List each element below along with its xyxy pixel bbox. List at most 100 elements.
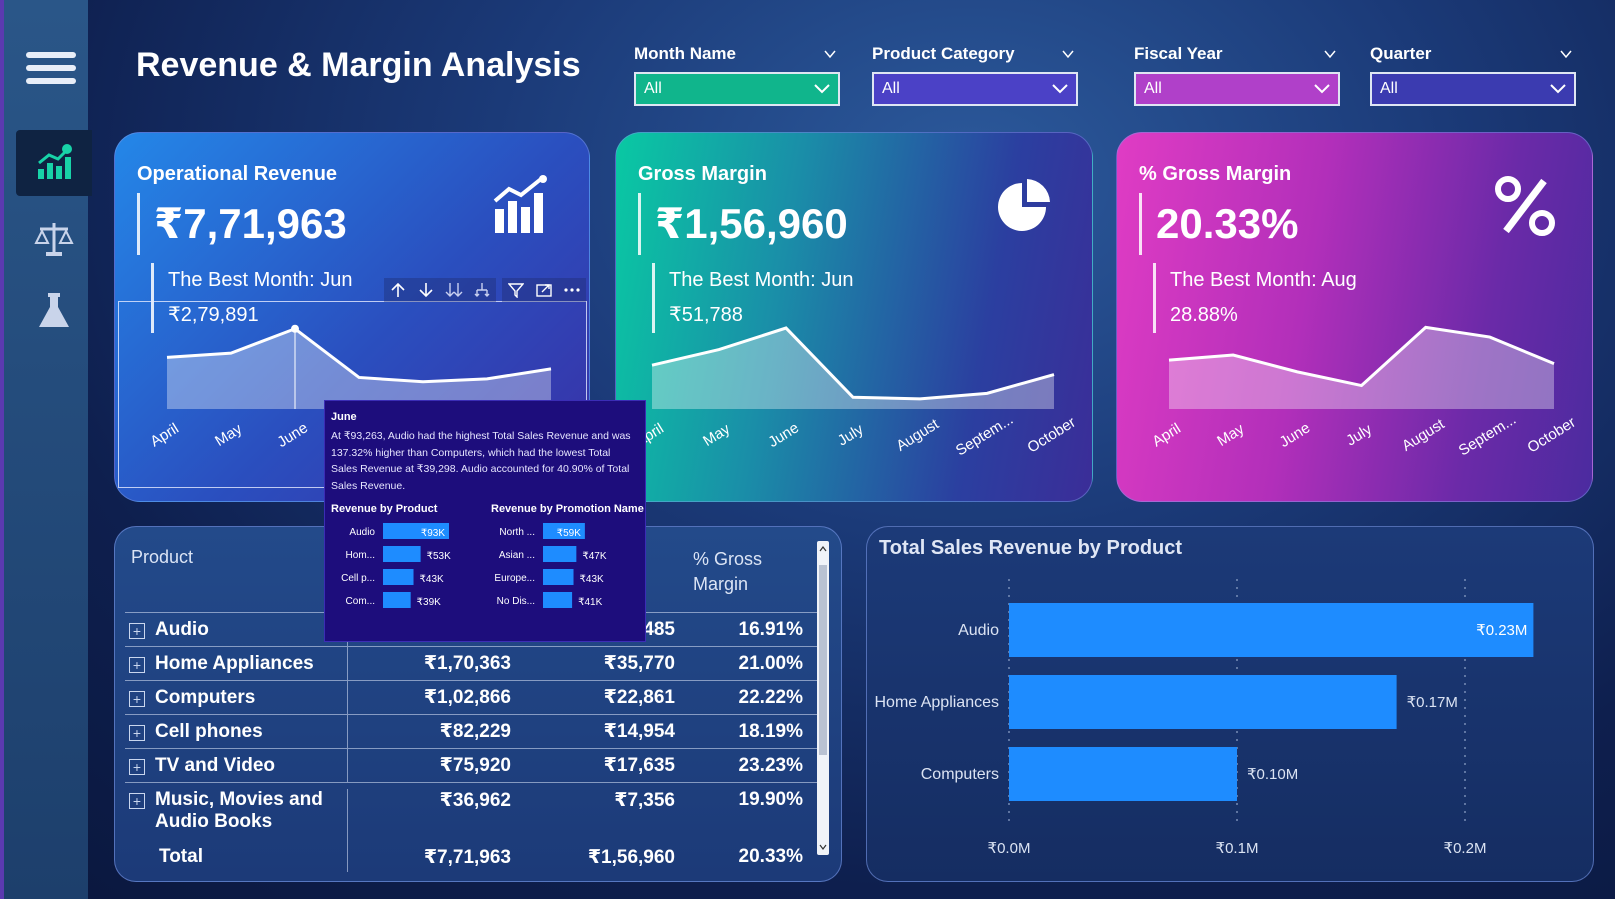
- slicer-label: Product Category: [872, 44, 1015, 63]
- sparkline-margin[interactable]: April May June July August Septem... October: [616, 313, 1093, 502]
- data-label: ₹0.10M: [1247, 766, 1298, 783]
- kpi-title: Gross Margin: [638, 163, 767, 185]
- chevron-down-icon[interactable]: [819, 843, 827, 851]
- slicer-value: All: [1144, 80, 1162, 97]
- table-body: + Audio ,485 16.91% + Home Appliances ₹1,70,36…: [125, 612, 819, 872]
- table-row[interactable]: + Music, Movies and Audio Books ₹36,962 ₹7,…: [125, 782, 819, 842]
- table-row[interactable]: + Home Appliances ₹1,70,363 ₹35,770 21.00%: [125, 646, 819, 680]
- tooltip-bar-label: Cell p...: [341, 573, 375, 584]
- product-name: Cell phones: [155, 720, 263, 742]
- scrollbar-thumb[interactable]: [819, 565, 827, 755]
- expand-icon[interactable]: +: [129, 724, 145, 741]
- margin-cell: ₹35,770: [603, 653, 675, 674]
- tooltip-bar-value: ₹43K: [420, 574, 444, 585]
- menu-icon[interactable]: [26, 52, 76, 88]
- kpi-card-gross-margin-pct[interactable]: % Gross Margin 20.33% The Best Month: Au…: [1116, 132, 1593, 502]
- tooltip-bar-label: Europe...: [494, 573, 535, 584]
- slicer-dropdown[interactable]: All: [1134, 72, 1340, 106]
- page-title: Revenue & Margin Analysis: [136, 46, 581, 84]
- table-row[interactable]: + Computers ₹1,02,866 ₹22,861 22.22%: [125, 680, 819, 714]
- chevron-down-icon[interactable]: [1062, 48, 1074, 60]
- slicer-month-name[interactable]: Month Name All: [634, 44, 840, 106]
- x-tick-label: ₹0.1M: [1216, 840, 1259, 857]
- drill-up-button[interactable]: [384, 278, 412, 302]
- x-tick-label: Septem...: [953, 411, 1016, 459]
- slicer-value: All: [882, 80, 900, 97]
- slicer-dropdown[interactable]: All: [634, 72, 840, 106]
- column-header-gm-pct[interactable]: % Gross Margin: [693, 547, 762, 597]
- product-name: Computers: [155, 686, 256, 708]
- tooltip-bar: [543, 592, 573, 608]
- slicer-fiscal-year[interactable]: Fiscal Year All: [1134, 44, 1340, 106]
- kpi-card-gross-margin[interactable]: Gross Margin ₹1,56,960 The Best Month: J…: [615, 132, 1093, 502]
- tooltip-bar-value: ₹93K: [421, 528, 445, 539]
- chevron-down-icon[interactable]: [1324, 48, 1336, 60]
- x-tick-label: October: [1024, 414, 1078, 457]
- chart-growth-icon: [38, 144, 72, 179]
- expand-icon[interactable]: +: [129, 656, 145, 673]
- next-level-button[interactable]: [440, 278, 468, 302]
- bar[interactable]: [1009, 675, 1397, 729]
- y-category-label: Home Appliances: [874, 694, 999, 711]
- scale-icon: [34, 223, 74, 256]
- gm-pct-cell: 19.90%: [738, 789, 803, 810]
- chevron-down-icon: [1550, 84, 1566, 94]
- expand-icon[interactable]: +: [129, 622, 145, 639]
- drill-down-button[interactable]: [412, 278, 440, 302]
- slicer-label: Quarter: [1370, 44, 1432, 63]
- arrow-up-icon: [391, 282, 405, 297]
- bar-chart-growth-icon: [493, 175, 547, 233]
- column-header-product[interactable]: Product: [131, 547, 193, 568]
- x-tick-label: May: [700, 420, 733, 450]
- slicer-product-category[interactable]: Product Category All: [872, 44, 1078, 106]
- filter-button[interactable]: [502, 278, 530, 302]
- gm-pct-cell: 23.23%: [738, 754, 803, 776]
- more-options-button[interactable]: [558, 278, 586, 302]
- double-arrow-down-icon: [445, 283, 463, 297]
- expand-hierarchy-button[interactable]: [468, 278, 496, 302]
- y-category-label: Computers: [921, 766, 999, 783]
- bar[interactable]: [1009, 603, 1534, 657]
- kpi-value: ₹7,71,963: [137, 193, 347, 255]
- expand-icon[interactable]: +: [129, 690, 145, 707]
- kpi-best-label: The Best Month: Jun: [168, 269, 353, 291]
- slicer-quarter[interactable]: Quarter All: [1370, 44, 1576, 106]
- margin-cell: ₹14,954: [603, 721, 675, 742]
- gm-pct-cell: 22.22%: [738, 686, 803, 708]
- sparkline-margin-pct[interactable]: April May June July August Septem... October: [1117, 313, 1593, 502]
- tooltip-bar: [383, 546, 421, 562]
- tooltip: June At ₹93,263, Audio had the highest T…: [324, 400, 646, 642]
- x-tick-label: June: [765, 419, 802, 451]
- x-tick-label: ₹0.2M: [1444, 840, 1487, 857]
- table-row[interactable]: + TV and Video ₹75,920 ₹17,635 23.23%: [125, 748, 819, 782]
- revenue-cell: ₹1,02,866: [347, 681, 519, 714]
- tooltip-text: At ₹93,263, Audio had the highest Total …: [331, 430, 631, 492]
- tooltip-bar-charts: Audio ₹93K Hom... ₹53K Cell p... ₹43K Com... ₹3…: [341, 523, 607, 608]
- tooltip-bar-label: Hom...: [346, 550, 375, 561]
- slicer-dropdown[interactable]: All: [1370, 72, 1576, 106]
- expand-icon[interactable]: +: [129, 758, 145, 775]
- x-tick-label: July: [1343, 421, 1375, 450]
- bar[interactable]: [1009, 747, 1237, 801]
- revenue-cell: ₹75,920: [347, 749, 519, 782]
- chevron-down-icon[interactable]: [1560, 48, 1572, 60]
- tooltip-bar: [383, 592, 411, 608]
- chevron-up-icon[interactable]: [819, 545, 827, 553]
- x-tick-label: July: [835, 421, 867, 450]
- table-row[interactable]: + Cell phones ₹82,229 ₹14,954 18.19%: [125, 714, 819, 748]
- revenue-cell: ₹1,70,363: [347, 647, 519, 680]
- nav-comparison[interactable]: [16, 206, 92, 272]
- gm-pct-cell: 18.19%: [738, 720, 803, 742]
- nav-analysis[interactable]: [16, 278, 92, 344]
- product-name: Music, Movies and Audio Books: [155, 789, 323, 832]
- x-tick-label: August: [893, 415, 942, 455]
- nav-revenue[interactable]: [16, 130, 92, 196]
- chevron-down-icon[interactable]: [824, 48, 836, 60]
- focus-mode-button[interactable]: [530, 278, 558, 302]
- revenue-cell: ₹82,229: [347, 715, 519, 748]
- table-scrollbar[interactable]: [817, 541, 829, 855]
- x-tick-label: August: [1399, 415, 1448, 455]
- table-total-row[interactable]: Total ₹7,71,963 ₹1,56,960 20.33%: [125, 842, 819, 872]
- expand-icon[interactable]: +: [129, 793, 145, 809]
- slicer-dropdown[interactable]: All: [872, 72, 1078, 106]
